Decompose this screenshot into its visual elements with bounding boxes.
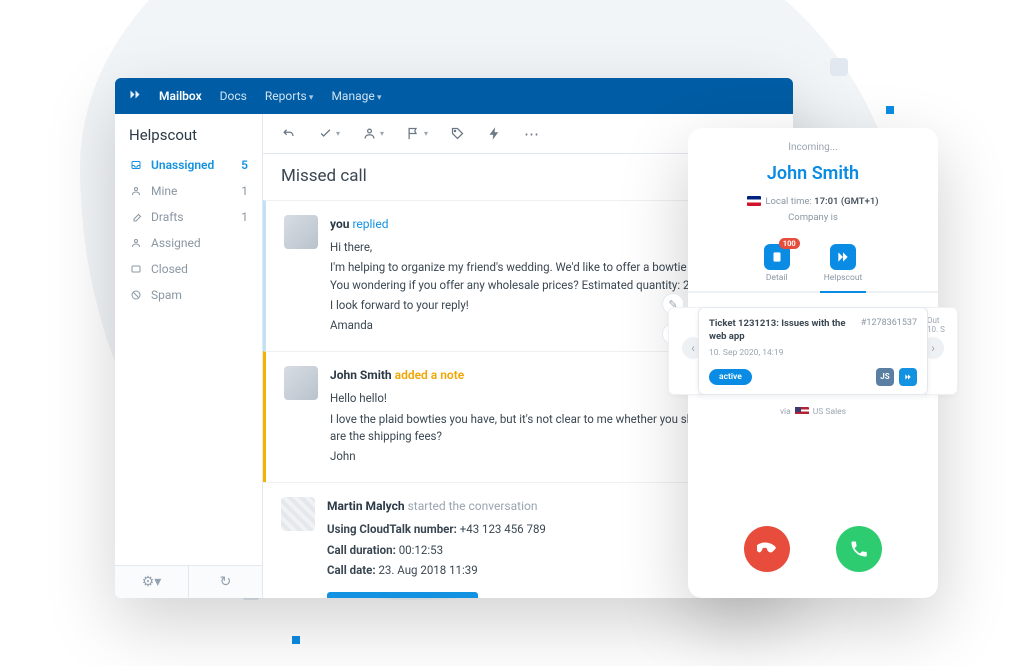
brand-icon [129,89,141,104]
tool-assign[interactable] [362,126,384,141]
uk-flag-icon [747,196,761,206]
ticket-carousel: ✎ ✆ Out 10. S ‹ › Ticket 1231213: Issues… [688,293,938,403]
folder-count: 1 [241,184,248,198]
message-author: Martin Malych [327,499,405,513]
accent-dot [886,106,894,114]
company-placeholder: Company is [688,210,938,226]
folder-mine[interactable]: Mine 1 [115,178,262,204]
folder-count: 1 [241,210,248,224]
message-verb: started the conversation [408,499,538,513]
assigned-icon [129,236,143,250]
folder-list: Unassigned 5 Mine 1 Drafts 1 Assigned Cl… [115,152,262,308]
decline-call-button[interactable] [744,526,790,572]
tab-badge: 100 [779,238,800,249]
ticket-title: Ticket 1231213: Issues with the web app [709,318,853,344]
chip-js: JS [876,368,894,386]
call-status: Incoming... [688,128,938,163]
incoming-call-panel: Incoming... John Smith Local time: 17:01… [688,128,938,598]
folder-closed[interactable]: Closed [115,256,262,282]
accent-square [830,58,848,76]
ticket-chips: JS [876,368,917,386]
nav-docs[interactable]: Docs [220,89,247,103]
phone-tabs: 100 Detail Helpscout [688,238,938,293]
draft-icon [129,210,143,224]
folder-label: Drafts [151,210,184,224]
tool-more[interactable]: ⋯ [524,125,539,143]
sidebar-footer: ⚙︎▾ ↻ [115,565,262,598]
ticket-card[interactable]: Ticket 1231213: Issues with the web app … [698,307,928,395]
message-author: John Smith [330,368,392,382]
tool-status[interactable] [318,126,340,141]
tab-helpscout[interactable]: Helpscout [824,244,863,283]
folder-unassigned[interactable]: Unassigned 5 [115,152,262,178]
caller-name: John Smith [688,163,938,194]
detail-icon: 100 [764,244,790,270]
avatar [284,366,318,400]
folder-assigned[interactable]: Assigned [115,230,262,256]
tab-label: Helpscout [824,273,863,283]
mailbox-title: Helpscout [115,114,262,152]
closed-icon [129,262,143,276]
phone-icon [849,539,869,559]
helpscout-icon [830,244,856,270]
folder-count: 5 [241,158,248,172]
avatar [281,497,315,531]
sidebar: Helpscout Unassigned 5 Mine 1 Drafts 1 A… [115,114,263,598]
top-nav: Mailbox Docs Reports Manage [115,78,793,114]
ghost-label: 10. S [927,325,951,334]
folder-label: Closed [151,262,188,276]
message-verb: added a note [395,368,465,382]
folder-drafts[interactable]: Drafts 1 [115,204,262,230]
tool-bolt[interactable] [487,126,502,141]
folder-spam[interactable]: Spam [115,282,262,308]
tab-label: Detail [766,273,788,283]
sidebar-refresh-button[interactable]: ↻ [189,566,262,598]
nav-mailbox[interactable]: Mailbox [159,89,202,103]
show-contact-detail-button[interactable]: SHOW CONTACT DETAIL [327,592,478,598]
tool-flag[interactable] [406,126,428,141]
folder-label: Mine [151,184,177,198]
sidebar-settings-button[interactable]: ⚙︎▾ [115,566,189,598]
spam-icon [129,288,143,302]
message-verb: replied [352,217,388,231]
gear-icon: ⚙︎▾ [142,574,162,590]
tool-tag[interactable] [450,126,465,141]
caller-meta: Local time: 17:01 (GMT+1) Company is [688,194,938,238]
refresh-icon: ↻ [220,574,232,590]
message-author: you [330,217,349,231]
tab-detail[interactable]: 100 Detail [764,244,790,283]
tool-undo[interactable] [281,126,296,141]
ghost-label: Out [927,316,951,325]
folder-label: Unassigned [151,158,214,172]
ticket-date: 10. Sep 2020, 14:19 [709,348,917,358]
chip-hs [899,368,917,386]
accept-call-button[interactable] [836,526,882,572]
call-via: viaUS Sales [688,403,938,417]
nav-reports[interactable]: Reports [265,89,314,103]
user-icon [129,184,143,198]
folder-label: Assigned [151,236,201,250]
accent-dot [292,636,300,644]
ticket-status-pill: active [709,369,752,385]
phone-hangup-icon [757,539,777,559]
avatar [284,215,318,249]
folder-label: Spam [151,288,182,302]
nav-manage[interactable]: Manage [331,89,381,103]
us-flag-icon [795,407,809,416]
inbox-icon [129,158,143,172]
ticket-id: #1278361537 [861,318,917,344]
call-actions [688,504,938,598]
